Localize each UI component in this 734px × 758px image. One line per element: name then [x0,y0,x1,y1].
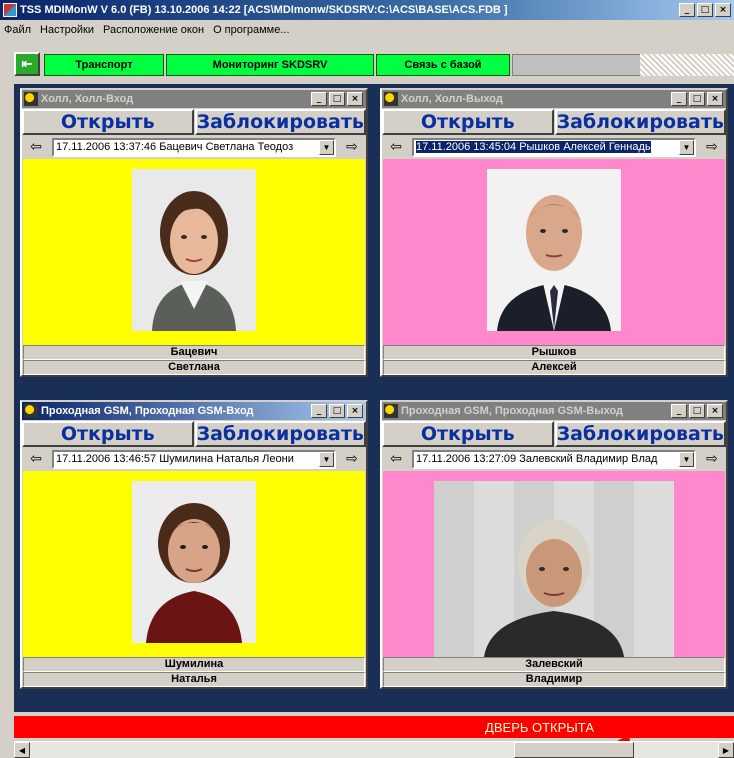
maximize-button[interactable]: □ [689,404,705,418]
camera-titlebar[interactable]: Проходная GSM, Проходная GSM-Выход _ □ × [382,402,726,420]
event-time: 17.11.2006 13:27:09 [416,452,517,465]
menu-about[interactable]: О программе... [213,24,289,36]
arrow-right-icon[interactable]: ⇨ [342,139,362,155]
minimize-button[interactable]: _ [311,404,327,418]
arrow-left-icon[interactable]: ⇦ [386,139,406,155]
close-button[interactable]: × [707,92,723,106]
event-select[interactable]: 17.11.2006 13:46:57 Шумилина Наталья Лео… [52,449,336,469]
open-button[interactable]: Открыть [382,109,554,135]
camera-icon [384,92,398,106]
arrow-left-icon[interactable]: ⇦ [386,451,406,467]
surname-label: Шумилина [23,657,365,672]
close-button[interactable]: × [347,92,363,106]
open-button[interactable]: Открыть [22,421,194,447]
tab-monitoring[interactable]: Мониторинг SKDSRV [166,54,374,76]
arrow-right-icon[interactable]: ⇨ [702,451,722,467]
toolbar: ⇤ Транспорт Мониторинг SKDSRV Связь с ба… [0,50,734,82]
camera-window-gsm-entry: Проходная GSM, Проходная GSM-Вход _ □ × … [20,400,368,689]
arrow-right-icon[interactable]: ⇨ [702,139,722,155]
minimize-button[interactable]: _ [311,92,327,106]
person-photo [132,169,256,331]
event-time: 17.11.2006 13:46:57 [56,452,157,465]
event-person: Бацевич Светлана Теодоз [159,140,294,153]
menu-settings[interactable]: Настройки [40,24,94,36]
event-select[interactable]: 17.11.2006 13:37:46 Бацевич Светлана Тео… [52,137,336,157]
firstname-label: Светлана [23,360,365,375]
menubar: Файл Настройки Расположение окон О прогр… [0,20,734,40]
close-button[interactable]: × [715,3,731,17]
minimize-button[interactable]: _ [671,404,687,418]
mdi-workspace: Холл, Холл-Вход _ □ × Открыть Заблокиров… [14,84,734,712]
event-select[interactable]: 17.11.2006 13:45:04 Рышков Алексей Генна… [412,137,696,157]
camera-titlebar[interactable]: Холл, Холл-Вход _ □ × [22,90,366,108]
block-button[interactable]: Заблокировать [554,109,726,135]
window-title: TSS MDIMonW V 6.0 (FB) 13.10.2006 14:22 … [20,4,508,16]
chevron-down-icon[interactable]: ▼ [319,139,334,155]
maximize-button[interactable]: □ [689,92,705,106]
event-person: Залевский Владимир Влад [519,452,658,465]
block-button[interactable]: Заблокировать [194,109,366,135]
exit-door-icon[interactable]: ⇤ [14,52,40,76]
app-icon [3,3,17,17]
door-status-text: ДВЕРЬ ОТКРЫТА [485,719,594,735]
camera-title: Проходная GSM, Проходная GSM-Выход [401,405,624,417]
arrow-left-icon[interactable]: ⇦ [26,451,46,467]
minimize-button[interactable]: _ [679,3,695,17]
toolbar-pattern [640,54,734,76]
arrow-right-icon[interactable]: ⇨ [342,451,362,467]
photo-area [23,471,365,657]
camera-title: Проходная GSM, Проходная GSM-Вход [41,405,254,417]
tab-db-connection[interactable]: Связь с базой [376,54,510,76]
main-titlebar: TSS MDIMonW V 6.0 (FB) 13.10.2006 14:22 … [0,0,734,20]
open-button[interactable]: Открыть [22,109,194,135]
person-photo [434,481,674,657]
camera-icon [24,92,38,106]
photo-area [383,159,725,345]
camera-window-hall-entry: Холл, Холл-Вход _ □ × Открыть Заблокиров… [20,88,368,377]
person-photo [132,481,256,643]
event-person: Рышков Алексей Геннадь [519,140,651,153]
person-photo [487,169,621,331]
photo-area [23,159,365,345]
photo-area [383,471,725,657]
event-time: 17.11.2006 13:45:04 [416,140,517,153]
close-button[interactable]: × [707,404,723,418]
surname-label: Залевский [383,657,725,672]
scroll-left-icon[interactable]: ◀ [14,742,30,758]
camera-titlebar[interactable]: Проходная GSM, Проходная GSM-Вход _ □ × [22,402,366,420]
camera-window-hall-exit: Холл, Холл-Выход _ □ × Открыть Заблокиро… [380,88,728,377]
event-select[interactable]: 17.11.2006 13:27:09 Залевский Владимир В… [412,449,696,469]
chevron-down-icon[interactable]: ▼ [679,451,694,467]
horizontal-scrollbar[interactable]: ◀ ▶ [14,741,734,758]
minimize-button[interactable]: _ [671,92,687,106]
chevron-down-icon[interactable]: ▼ [319,451,334,467]
event-person: Шумилина Наталья Леони [159,452,294,465]
arrow-left-icon[interactable]: ⇦ [26,139,46,155]
scroll-right-icon[interactable]: ▶ [718,742,734,758]
menu-file[interactable]: Файл [4,24,31,36]
block-button[interactable]: Заблокировать [194,421,366,447]
camera-titlebar[interactable]: Холл, Холл-Выход _ □ × [382,90,726,108]
open-button[interactable]: Открыть [382,421,554,447]
block-button[interactable]: Заблокировать [554,421,726,447]
tab-transport[interactable]: Транспорт [44,54,164,76]
firstname-label: Наталья [23,672,365,687]
firstname-label: Алексей [383,360,725,375]
camera-title: Холл, Холл-Выход [401,93,503,105]
maximize-button[interactable]: □ [697,3,713,17]
camera-icon [384,404,398,418]
event-time: 17.11.2006 13:37:46 [56,140,157,153]
surname-label: Рышков [383,345,725,360]
scroll-thumb[interactable] [514,742,634,758]
firstname-label: Владимир [383,672,725,687]
menu-window-layout[interactable]: Расположение окон [103,24,204,36]
surname-label: Бацевич [23,345,365,360]
maximize-button[interactable]: □ [329,404,345,418]
camera-icon [24,404,38,418]
camera-window-gsm-exit: Проходная GSM, Проходная GSM-Выход _ □ ×… [380,400,728,689]
maximize-button[interactable]: □ [329,92,345,106]
camera-title: Холл, Холл-Вход [41,93,134,105]
chevron-down-icon[interactable]: ▼ [679,139,694,155]
close-button[interactable]: × [347,404,363,418]
